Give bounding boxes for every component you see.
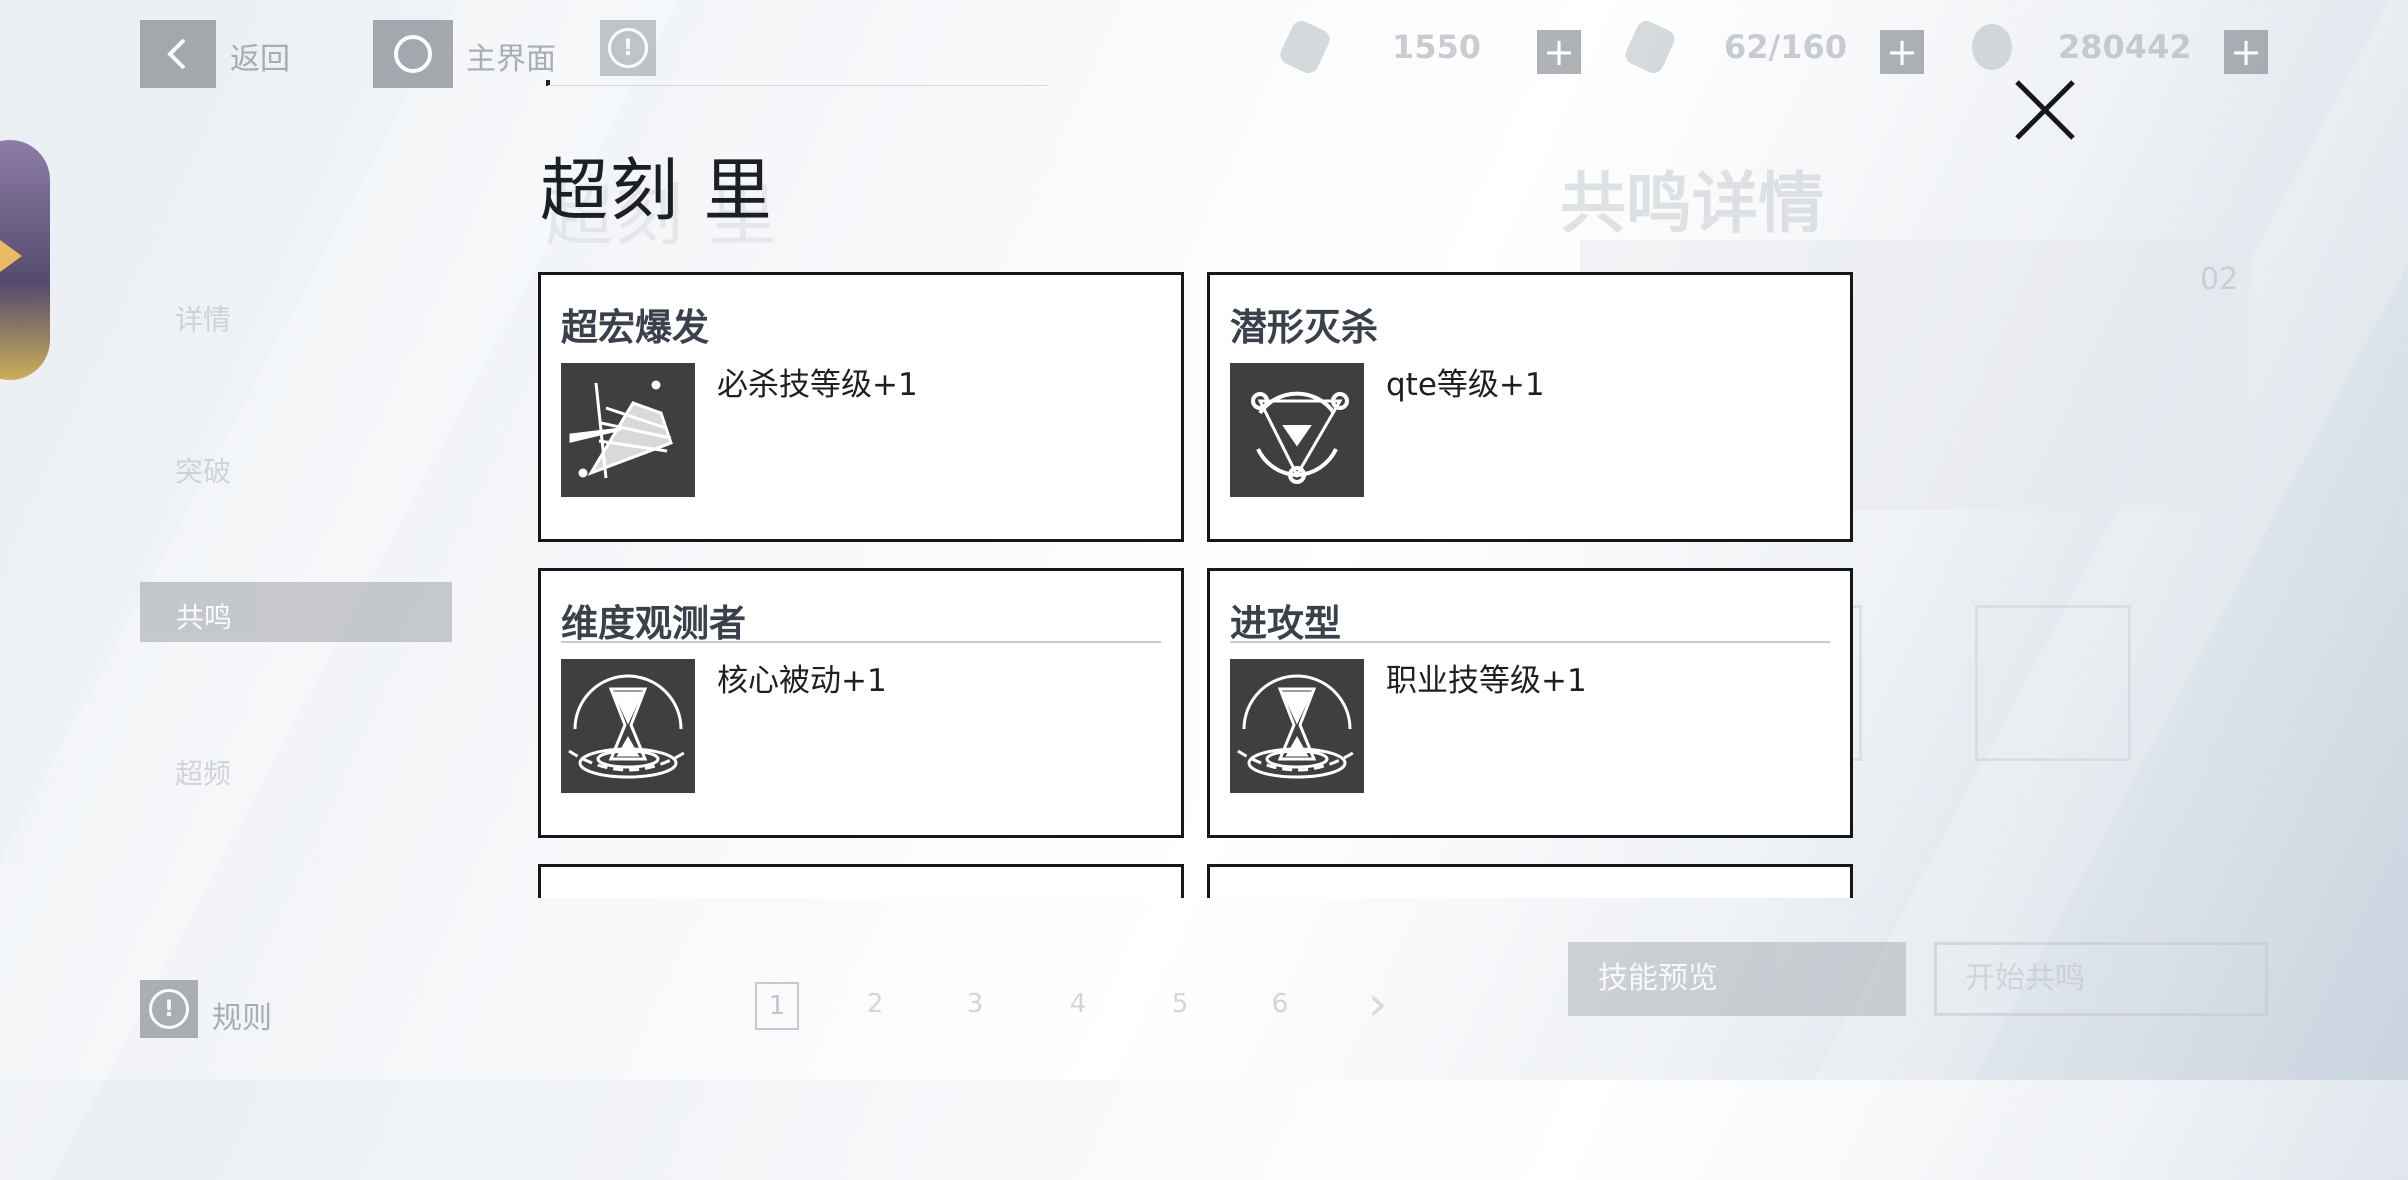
card-scroll-area[interactable]: 超宏爆发 必杀技等级+1 潜形灭杀 qte等级+1 维度观测者 核心被动+1 进… — [538, 272, 1858, 898]
home-button[interactable] — [373, 20, 453, 88]
stamina-icon — [1622, 17, 1678, 77]
chevron-left-icon — [167, 38, 186, 70]
back-button[interactable] — [140, 20, 216, 88]
card-description: 职业技等级+1 — [1386, 663, 1587, 699]
rules-label: 规则 — [212, 1001, 272, 1036]
skill-card[interactable]: 超宏爆发 必杀技等级+1 — [538, 272, 1184, 542]
add-coin-button[interactable]: + — [2224, 30, 2268, 74]
next-page-chevron-icon[interactable]: › — [1368, 976, 1387, 1032]
crystal-icon — [1277, 17, 1333, 77]
info-icon: ! — [608, 28, 648, 68]
home-label: 主界面 — [466, 42, 556, 77]
hourglass-icon — [561, 659, 695, 793]
side-item-details[interactable]: 详情 — [175, 298, 231, 338]
card-title: 潜形灭杀 — [1230, 306, 1378, 349]
page-3[interactable]: 3 — [955, 982, 995, 1026]
add-stamina-button[interactable]: + — [1880, 30, 1924, 74]
start-resonance-button[interactable]: 开始共鸣 — [1934, 942, 2268, 1016]
info-icon: ! — [149, 989, 189, 1029]
page-5[interactable]: 5 — [1160, 982, 1200, 1026]
burst-blade-icon — [561, 363, 695, 497]
skill-card-partial[interactable] — [1207, 864, 1853, 898]
triangle-target-icon — [1230, 363, 1364, 497]
card-description: 必杀技等级+1 — [717, 367, 918, 403]
member-box[interactable] — [1975, 605, 2131, 761]
page-1[interactable]: 1 — [755, 982, 799, 1030]
home-circle-icon — [394, 35, 432, 73]
add-crystal-button[interactable]: + — [1537, 30, 1581, 74]
card-divider — [1230, 641, 1830, 643]
back-label: 返回 — [230, 42, 290, 77]
character-emblem — [0, 140, 50, 380]
info-button[interactable]: ! — [600, 20, 656, 76]
modal-top-divider — [548, 85, 1048, 86]
skill-preview-button[interactable]: 技能预览 — [1568, 942, 1906, 1016]
close-button[interactable] — [2005, 70, 2085, 150]
side-item-breakthrough[interactable]: 突破 — [175, 450, 231, 490]
card-title: 进攻型 — [1230, 602, 1341, 645]
hourglass-icon — [1230, 659, 1364, 793]
coin-icon — [1972, 24, 2012, 70]
skill-card[interactable]: 维度观测者 核心被动+1 — [538, 568, 1184, 838]
panel-number: 02 — [2200, 262, 2239, 297]
card-description: qte等级+1 — [1386, 367, 1545, 403]
card-title: 超宏爆发 — [561, 306, 709, 349]
crystal-count: 1550 — [1392, 28, 1482, 66]
close-icon — [2015, 80, 2075, 140]
card-description: 核心被动+1 — [717, 663, 887, 699]
side-item-overclock[interactable]: 超频 — [175, 752, 231, 792]
side-item-label: 共鸣 — [176, 601, 233, 634]
side-item-resonance[interactable]: 共鸣 — [140, 582, 452, 642]
page-2[interactable]: 2 — [855, 982, 895, 1026]
skill-card-partial[interactable] — [538, 864, 1184, 898]
card-title: 维度观测者 — [561, 602, 746, 645]
page-4[interactable]: 4 — [1058, 982, 1098, 1026]
modal-title: 超刻 里 — [540, 152, 774, 231]
background-title: 共鸣详情 — [1560, 165, 1824, 242]
skill-card[interactable]: 潜形灭杀 qte等级+1 — [1207, 272, 1853, 542]
coin-count: 280442 — [2058, 28, 2192, 66]
card-divider — [561, 641, 1161, 643]
page-6[interactable]: 6 — [1260, 982, 1300, 1026]
stamina-count: 62/160 — [1724, 28, 1848, 66]
rules-button[interactable]: ! — [140, 980, 198, 1038]
skill-card[interactable]: 进攻型 职业技等级+1 — [1207, 568, 1853, 838]
